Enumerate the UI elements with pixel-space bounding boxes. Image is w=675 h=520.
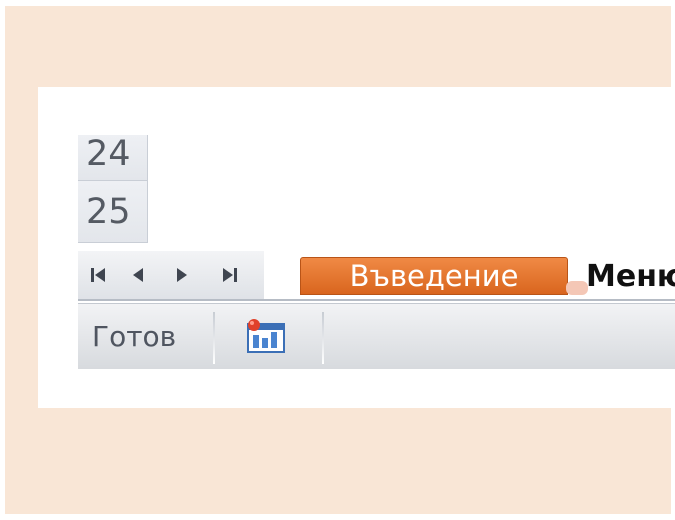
sheet-tabs: Въведение Меню: [264, 251, 675, 301]
last-sheet-icon: [222, 266, 238, 284]
status-divider: [213, 312, 215, 364]
row-header-25[interactable]: 25: [78, 181, 148, 243]
row-header-24[interactable]: 24: [78, 135, 148, 181]
last-sheet-button[interactable]: [210, 251, 250, 299]
first-sheet-icon: [90, 266, 106, 284]
image-border-bottom: [0, 514, 675, 520]
sheet-tab-bar: Въведение Меню: [78, 251, 675, 301]
image-border-top: [0, 0, 675, 6]
previous-sheet-icon: [132, 266, 144, 284]
sheet-navigation: [78, 251, 264, 301]
status-bar: Готов: [78, 303, 675, 369]
image-border-left: [0, 0, 5, 520]
sheet-tab-vavedenie[interactable]: Въведение: [300, 257, 568, 295]
status-divider: [322, 312, 324, 364]
next-sheet-icon: [176, 266, 188, 284]
next-sheet-button[interactable]: [162, 251, 202, 299]
sheet-tab-menu[interactable]: Меню: [565, 257, 675, 295]
first-sheet-button[interactable]: [78, 251, 118, 299]
record-macro-icon[interactable]: [244, 318, 288, 354]
previous-sheet-button[interactable]: [118, 251, 158, 299]
excel-window-crop: 24 25 Въведение Меню Готов: [38, 87, 675, 408]
sheet-tab-label: Въведение: [349, 259, 519, 293]
sheet-tab-label: Меню: [586, 258, 675, 294]
row-number: 24: [86, 134, 131, 174]
row-number: 25: [86, 192, 131, 232]
status-ready-text: Готов: [92, 320, 177, 353]
